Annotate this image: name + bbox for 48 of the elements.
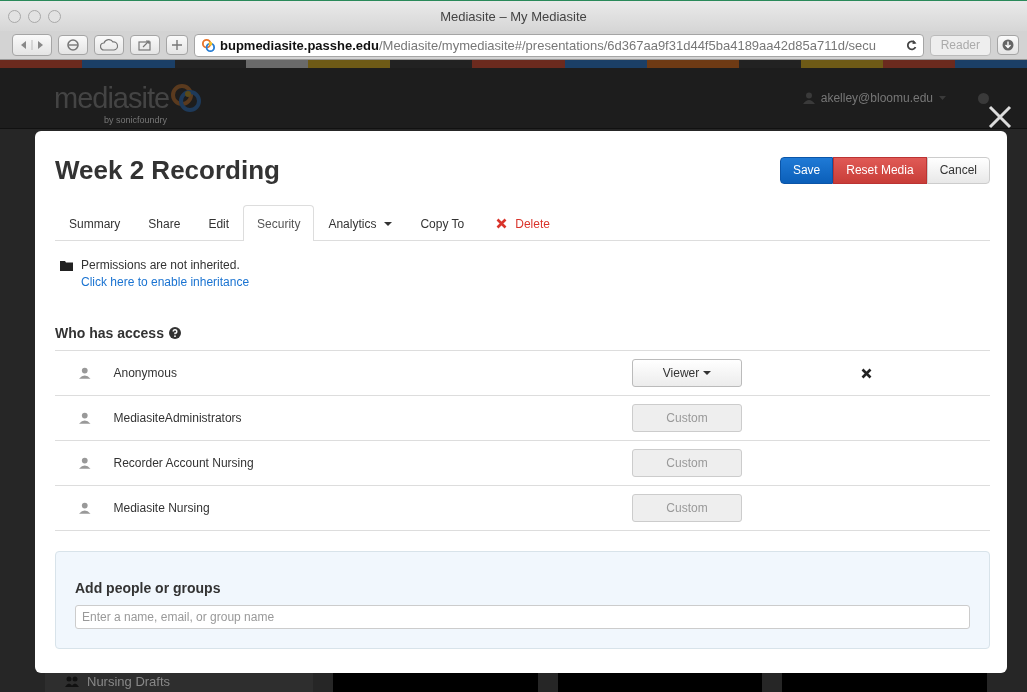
logo-icon [169,81,204,115]
window-title: Mediasite – My Mediasite [439,8,588,24]
url-text: bupmediasite.passhe.edu/Mediasite/mymediasite#/presentations/6d367aa9f31d44f5ba4189aa42d85a711d/secu [220,37,877,53]
add-tab-icon[interactable] [166,35,188,55]
reload-icon[interactable] [905,39,917,51]
delete-icon [496,218,508,229]
sidebar-item[interactable]: Nursing Drafts [87,674,171,689]
close-icon[interactable] [988,105,1012,129]
site-logo-icon [201,37,216,53]
tab[interactable]: Delete [482,205,564,241]
user-icon [802,92,815,104]
remove-icon[interactable] [860,367,872,379]
save-button[interactable]: Save [779,156,834,184]
back-forward-buttons[interactable] [12,34,52,56]
caret-icon [384,221,393,226]
user-icon [79,412,91,424]
user-menu[interactable]: akelley@bloomu.edu [820,91,933,105]
tab[interactable]: Summary [55,205,135,241]
member-name: MediasiteAdministrators [113,411,243,425]
tab[interactable]: Analytics [314,205,407,241]
notice-text: Permissions are not inherited. [81,257,241,274]
tab[interactable]: Copy To [406,205,479,241]
search-field[interactable]: Enter a name, email, or group name [75,605,970,629]
download-icon[interactable] [997,35,1019,55]
cloud-icon[interactable] [94,35,124,55]
user-icon [79,457,91,469]
role-dropdown[interactable]: Viewer [631,359,743,387]
add-title: Add people or groups [75,580,222,596]
tab[interactable]: Share [134,205,195,241]
dialog-title: Week 2 Recording [55,154,280,186]
cancel-button[interactable]: Cancel [926,156,990,184]
user-icon [79,367,91,379]
member-name: Recorder Account Nursing [113,456,255,470]
inheritance-link[interactable]: Click here to enable inheritance [81,274,250,291]
group-icon [65,676,79,687]
member-name: Anonymous [113,366,178,380]
reset-button[interactable]: Reset Media [833,156,927,184]
member-name: Mediasite Nursing [113,501,211,515]
caret-icon [703,371,712,375]
share-icon[interactable] [130,35,160,55]
folder-icon [60,260,73,271]
user-icon [79,502,91,514]
browser-logo-icon[interactable] [58,35,88,55]
section-title: Who has access [55,325,164,341]
address-bar[interactable]: bupmediasite.passhe.edu/Mediasite/mymediasite#/presentations/6d367aa9f31d44f5ba4189aa42d85a711d/secu [194,33,924,57]
logo-tagline: by sonicfoundry [104,115,168,125]
tab[interactable]: Security [243,205,315,241]
tab[interactable]: Edit [194,205,244,241]
